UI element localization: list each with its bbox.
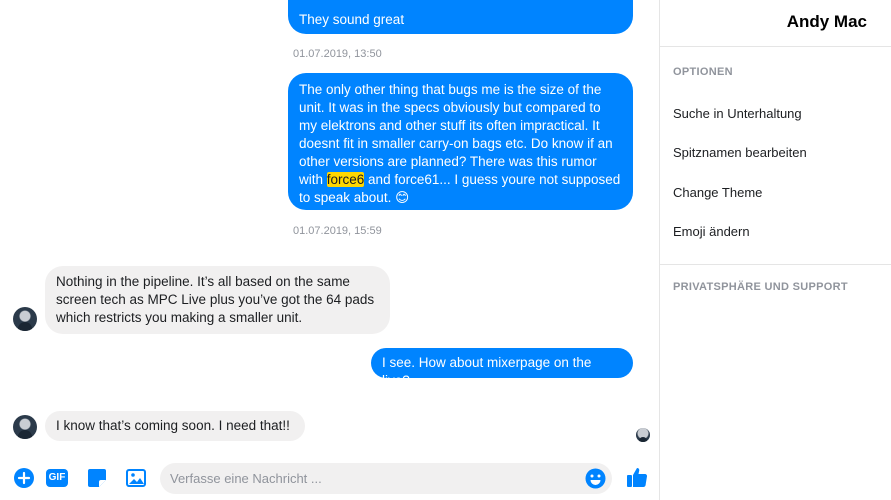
timestamp: 01.07.2019, 13:50 (293, 48, 382, 60)
message-text: They sound great (299, 12, 405, 27)
message-text: I see. How about mixerpage on the live? (382, 355, 592, 388)
gif-label: GIF (48, 472, 66, 483)
sticker-icon[interactable] (86, 467, 108, 489)
incoming-message[interactable]: I know that’s coming soon. I need that!! (45, 411, 305, 441)
message-input[interactable] (170, 463, 580, 494)
emoji-icon[interactable] (585, 468, 606, 489)
search-highlight: force6 (326, 172, 365, 187)
privacy-support-heading[interactable]: PRIVATSPHÄRE UND SUPPORT (673, 281, 848, 293)
options-heading: OPTIONEN (673, 66, 733, 78)
image-icon[interactable] (125, 467, 147, 489)
plus-icon[interactable] (13, 467, 35, 489)
contact-avatar[interactable] (13, 307, 37, 331)
message-text: Nothing in the pipeline. It’s all based … (56, 274, 375, 325)
search-in-conversation-item[interactable]: Suche in Unterhaltung (673, 106, 802, 121)
conversation-details-panel: Andy Mac OPTIONEN Suche in Unterhaltung … (660, 0, 891, 500)
contact-name: Andy Mac (786, 12, 867, 31)
message-composer: GIF (0, 455, 659, 500)
contact-avatar[interactable] (13, 415, 37, 439)
thumbs-up-icon[interactable] (625, 465, 649, 489)
read-receipt-avatar (636, 428, 650, 442)
change-theme-item[interactable]: Change Theme (673, 185, 762, 200)
message-text: I know that’s coming soon. I need that!! (56, 418, 290, 433)
incoming-message[interactable]: Nothing in the pipeline. It’s all based … (45, 266, 390, 334)
outgoing-message[interactable]: They sound great (288, 0, 633, 34)
section-divider (660, 264, 891, 265)
outgoing-message[interactable]: The only other thing that bugs me is the… (288, 73, 633, 210)
section-divider (660, 46, 891, 47)
timestamp: 01.07.2019, 15:59 (293, 225, 382, 237)
gif-icon[interactable]: GIF (45, 467, 69, 489)
change-emoji-item[interactable]: Emoji ändern (673, 224, 750, 239)
outgoing-message[interactable]: I see. How about mixerpage on the live? (371, 348, 633, 388)
message-input-wrapper[interactable] (160, 463, 612, 494)
edit-nicknames-item[interactable]: Spitznamen bearbeiten (673, 145, 807, 160)
conversation-panel: They sound great 01.07.2019, 13:50 The o… (0, 0, 659, 500)
